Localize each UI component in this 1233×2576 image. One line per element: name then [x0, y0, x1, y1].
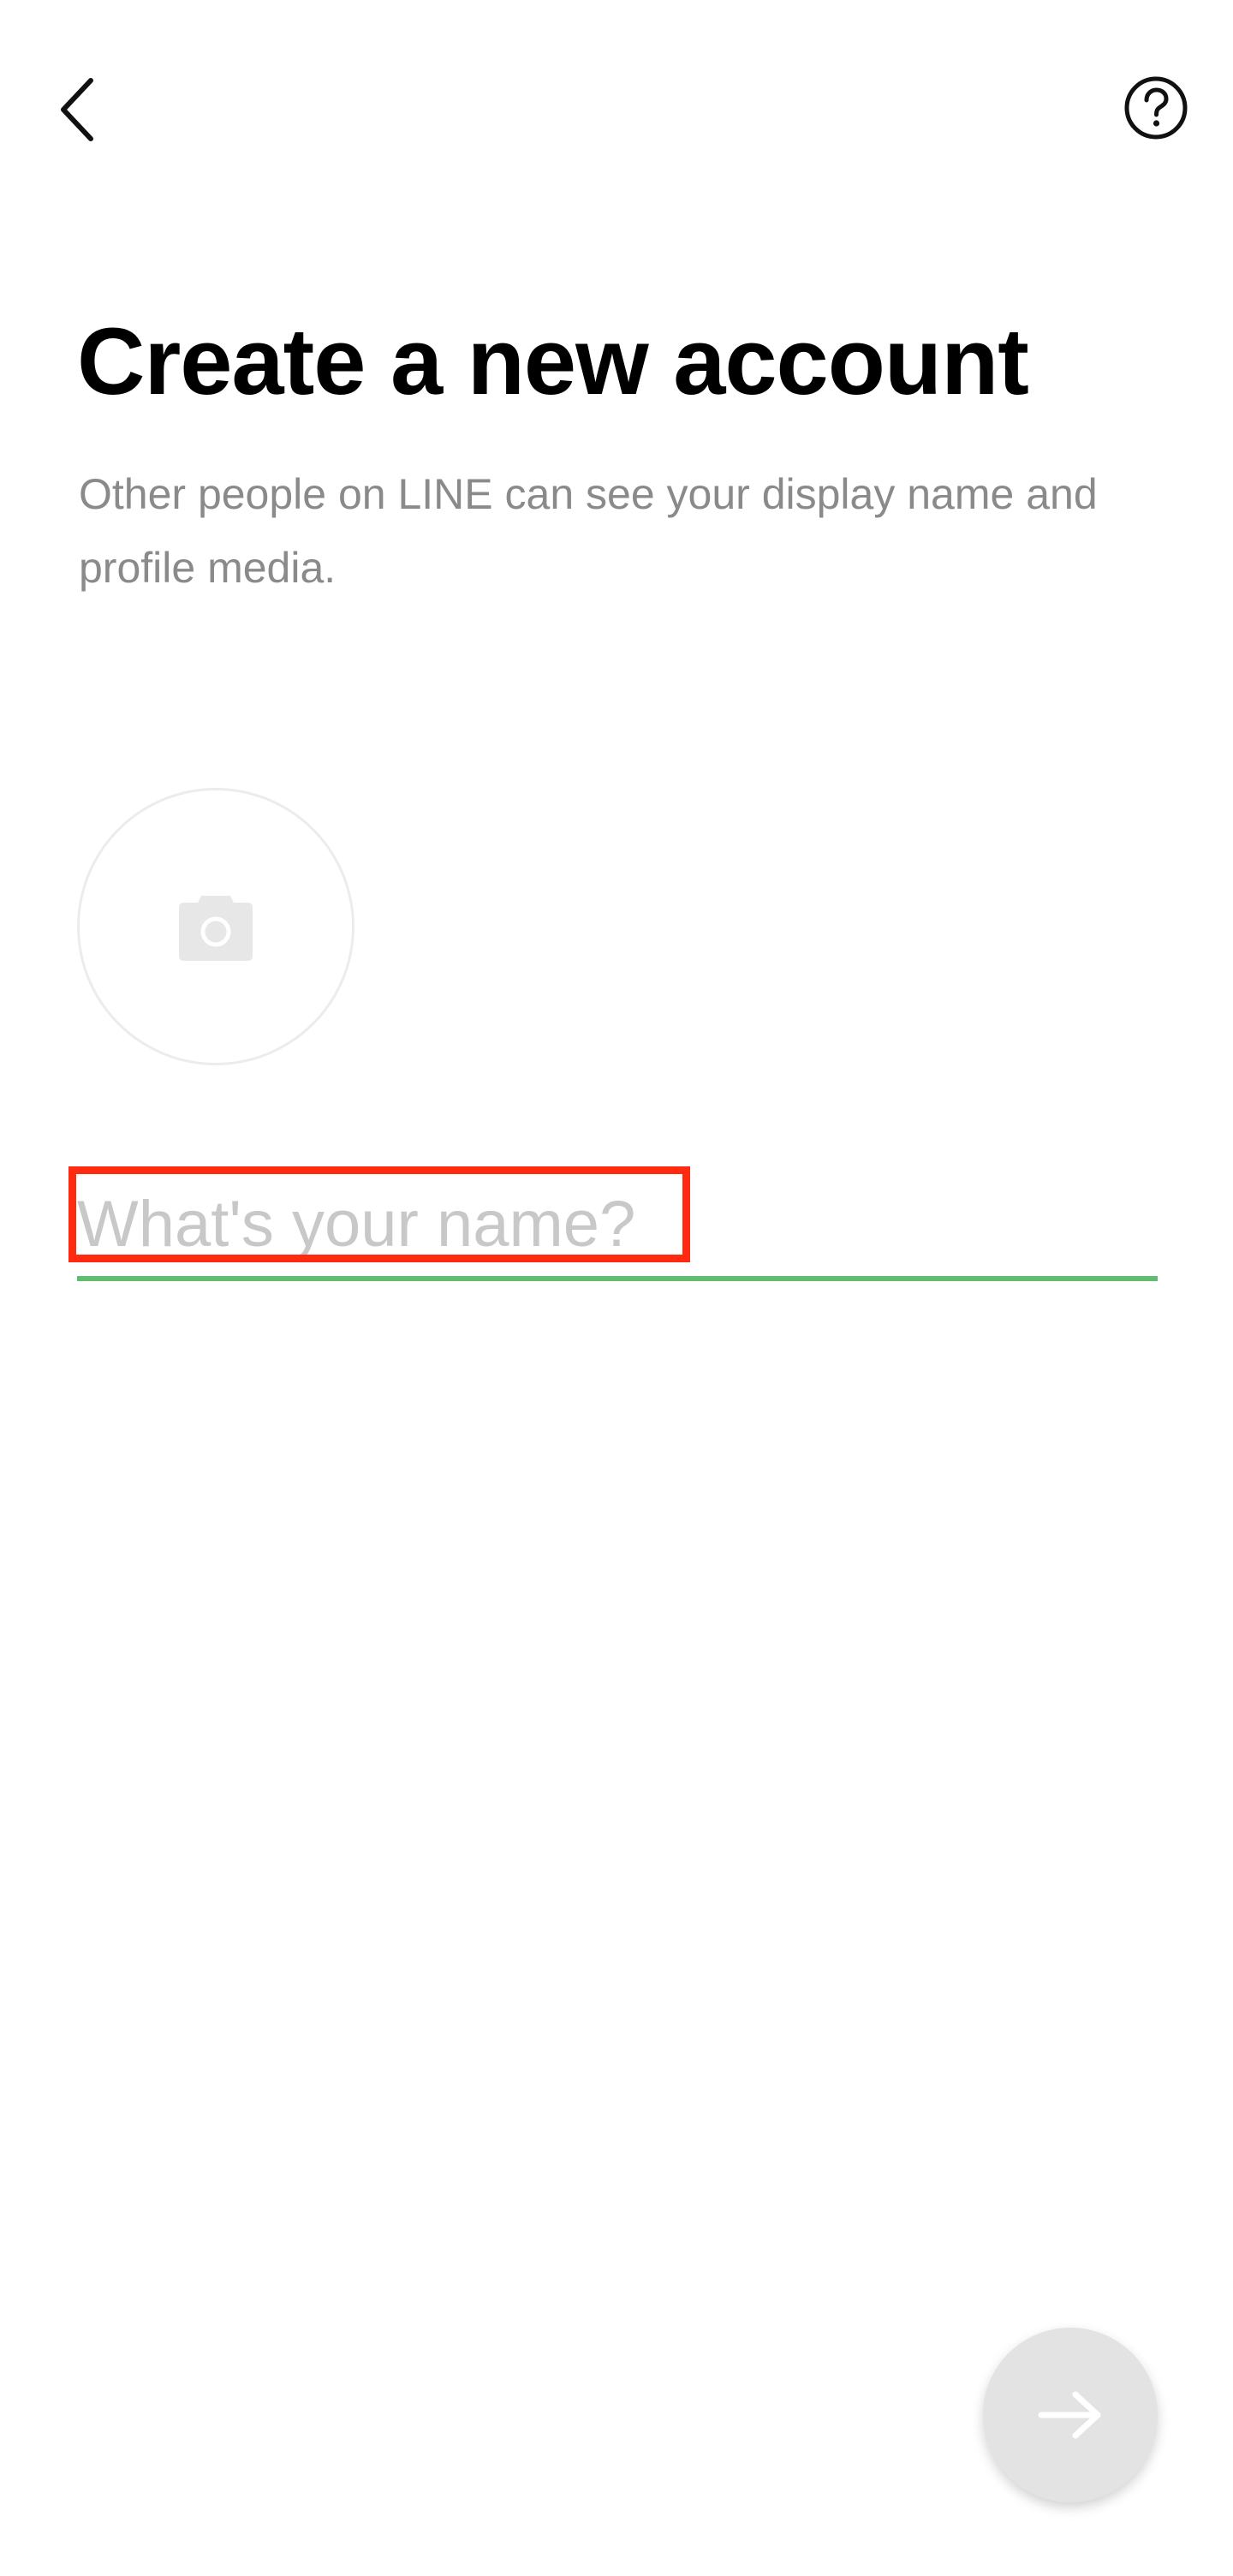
camera-icon — [179, 896, 253, 961]
page-subtitle: Other people on LINE can see your displa… — [79, 470, 1098, 592]
page-title: Create a new account — [77, 309, 1029, 414]
name-input[interactable] — [77, 1177, 1158, 1271]
help-button[interactable] — [1123, 75, 1188, 140]
chevron-left-icon — [61, 78, 93, 141]
name-input-underline — [77, 1276, 1158, 1281]
back-button[interactable] — [50, 75, 104, 144]
next-button[interactable] — [983, 2328, 1158, 2502]
question-circle-icon — [1124, 76, 1188, 140]
profile-photo-button[interactable] — [77, 788, 354, 1065]
arrow-right-icon — [1038, 2391, 1101, 2439]
